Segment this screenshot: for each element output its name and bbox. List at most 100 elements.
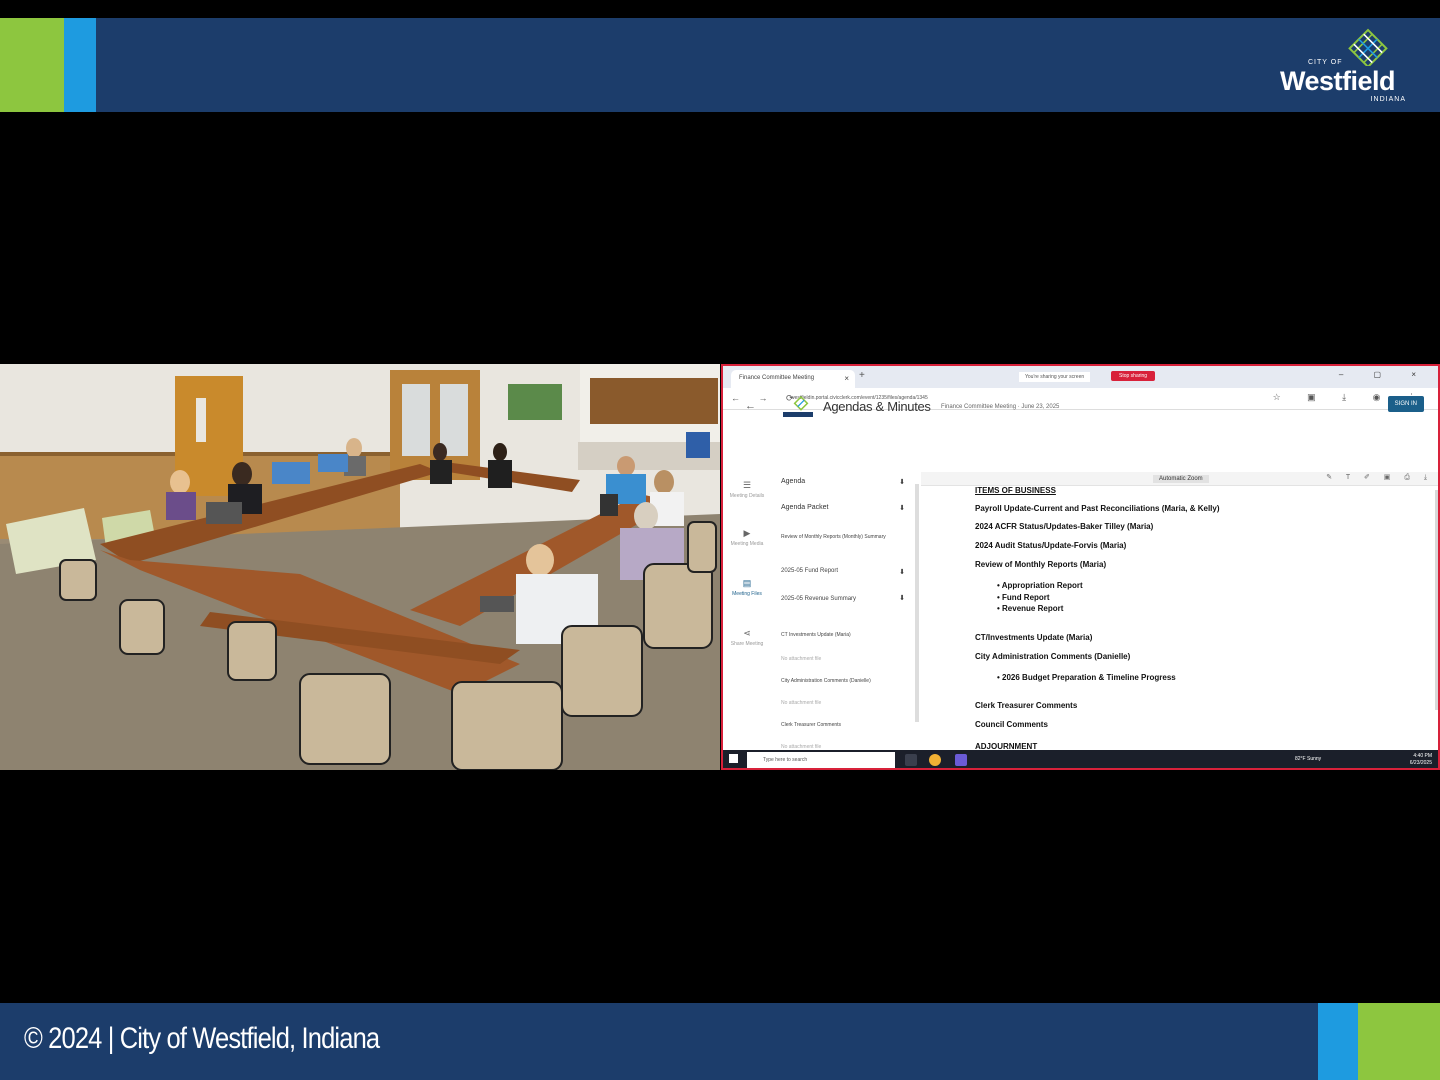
top-blue-accent (64, 18, 96, 112)
bullet-text: 2026 Budget Preparation & Timeline Progr… (1002, 673, 1176, 682)
attachment-empty: No attachment file (781, 700, 905, 706)
browser-tab-bar: Finance Committee Meeting × + You're sha… (723, 366, 1438, 388)
westfield-diamond-icon (1348, 28, 1388, 66)
attachment-list: Agenda ⬇ Agenda Packet ⬇ Review of Month… (781, 472, 905, 752)
window-controls[interactable]: – ▢ × (1339, 370, 1430, 379)
stop-sharing-button[interactable]: Stop sharing (1111, 371, 1156, 381)
pdf-toolbar: Automatic Zoom ✎ T ✐ ▣ ⎙ ⤓ (921, 472, 1438, 486)
agenda-item: Clerk Treasurer Comments (975, 701, 1078, 710)
attachment-label: 2025-05 Revenue Summary (781, 596, 857, 602)
attachment-label: CT Investments Update (Maria) (781, 632, 851, 638)
agenda-heading: ITEMS OF BUSINESS (975, 486, 1056, 495)
attachment-label: Agenda Packet (781, 504, 829, 511)
top-banner (0, 18, 1440, 112)
list-icon: ☰ (742, 480, 752, 490)
task-view-icon[interactable] (905, 754, 917, 766)
bottom-green-accent (1358, 1003, 1440, 1080)
taskbar-clock[interactable]: 4:40 PM 6/23/2025 (1410, 753, 1432, 767)
rail-share-meeting[interactable]: ⋖ Share Meeting (729, 628, 765, 647)
new-tab-icon[interactable]: + (859, 370, 865, 381)
logo-state: INDIANA (1370, 96, 1406, 103)
attachment-label: No attachment file (781, 700, 822, 706)
rail-meeting-media[interactable]: ▶ Meeting Media (729, 528, 765, 547)
rail-label: Meeting Files (732, 591, 762, 597)
rail-label: Share Meeting (730, 641, 764, 647)
zoom-select[interactable]: Automatic Zoom (1153, 475, 1209, 483)
bottom-blue-accent (1318, 1003, 1358, 1080)
chrome-icon[interactable] (929, 754, 941, 766)
teams-icon[interactable] (955, 754, 967, 766)
meeting-room-camera-image (0, 364, 720, 770)
attachment-clerk-treasurer[interactable]: Clerk Treasurer Comments (781, 722, 905, 728)
attachment-label: Clerk Treasurer Comments (781, 722, 842, 728)
pdf-tool-icons[interactable]: ✎ T ✐ ▣ ⎙ ⤓ (1326, 473, 1433, 482)
attachment-fund-report[interactable]: 2025-05 Fund Report ⬇ (781, 568, 905, 576)
attachment-agenda-packet[interactable]: Agenda Packet ⬇ (781, 504, 905, 512)
logo-name: Westfield (1280, 66, 1396, 96)
top-green-accent (0, 18, 64, 112)
download-icon[interactable]: ⬇ (899, 568, 905, 576)
westfield-logo: CITY OF Westfield INDIANA (1280, 26, 1410, 106)
windows-taskbar: Type here to search 82°F Sunny 4:40 PM 6… (723, 750, 1438, 768)
agenda-item: City Administration Comments (Danielle) (975, 652, 1131, 661)
video-icon: ▶ (743, 528, 751, 538)
logo-city-of: CITY OF (1308, 59, 1343, 66)
agenda-item: CT/Investments Update (Maria) (975, 633, 1093, 642)
westfield-mini-logo-icon (783, 396, 813, 417)
agenda-item: Payroll Update-Current and Past Reconcil… (975, 504, 1220, 513)
attachment-revenue-summary[interactable]: 2025-05 Revenue Summary ⬇ (781, 594, 905, 604)
agenda-item: Council Comments (975, 720, 1048, 729)
attachment-label: Review of Monthly Reports (Monthly) Summ… (781, 534, 886, 540)
agenda-adjournment: ADJOURNMENT (975, 742, 1038, 750)
page-title: Agendas & Minutes (823, 399, 931, 414)
agenda-item: 2024 Audit Status/Update-Forvis (Maria) (975, 541, 1127, 550)
rail-label: Meeting Details (729, 493, 765, 499)
copyright-text: © 2024 | City of Westfield, Indiana (24, 1022, 380, 1055)
rail-label: Meeting Media (730, 541, 764, 547)
sharing-indicator: You're sharing your screen (1019, 372, 1091, 382)
attachment-agenda[interactable]: Agenda ⬇ (781, 478, 905, 486)
agenda-item: 2024 ACFR Status/Updates-Baker Tilley (M… (975, 522, 1154, 531)
windows-start-icon[interactable] (729, 754, 738, 763)
stream-frame: CITY OF Westfield INDIANA Finance Commit… (0, 0, 1440, 1080)
attachment-scrollbar[interactable] (915, 484, 919, 722)
agenda-bullet: • 2026 Budget Preparation & Timeline Pro… (997, 673, 1176, 682)
agenda-item: Review of Monthly Reports (Maria) (975, 560, 1107, 569)
tab-title: Finance Committee Meeting (739, 375, 815, 381)
attachment-empty: No attachment file (781, 656, 905, 662)
attachment-label: 2025-05 Fund Report (781, 568, 839, 574)
attachment-label: No attachment file (781, 656, 822, 662)
room-video-feed (0, 364, 720, 770)
download-icon[interactable]: ⬇ (899, 478, 905, 486)
meeting-subtitle: Finance Committee Meeting · June 23, 202… (941, 404, 1060, 410)
bullet-text: Revenue Report (1002, 604, 1064, 613)
rail-meeting-files[interactable]: ▤ Meeting Files (729, 578, 765, 597)
agenda-bullet: • Appropriation Report (997, 581, 1083, 590)
taskbar-weather[interactable]: 82°F Sunny (1295, 756, 1321, 762)
screen-share-panel: Finance Committee Meeting × + You're sha… (721, 364, 1440, 770)
attachment-city-admin[interactable]: City Administration Comments (Danielle) (781, 678, 905, 684)
back-arrow-icon[interactable]: ← (745, 400, 756, 412)
bullet-text: Fund Report (1002, 593, 1050, 602)
share-icon: ⋖ (743, 628, 751, 638)
download-icon[interactable]: ⬇ (899, 594, 905, 604)
clock-date: 6/23/2025 (1409, 760, 1432, 766)
agenda-bullet: • Revenue Report (997, 604, 1064, 613)
attachment-label: City Administration Comments (Danielle) (781, 678, 871, 684)
sign-in-button[interactable]: SIGN IN (1387, 396, 1424, 412)
attachment-section[interactable]: Review of Monthly Reports (Monthly) Summ… (781, 530, 899, 544)
attachment-label: Agenda (781, 478, 806, 485)
bullet-text: Appropriation Report (1001, 581, 1083, 590)
taskbar-search-input[interactable]: Type here to search (747, 752, 895, 768)
pdf-scrollbar[interactable] (1435, 490, 1438, 710)
browser-tab[interactable]: Finance Committee Meeting × (731, 370, 855, 388)
download-icon[interactable]: ⬇ (899, 504, 905, 512)
files-icon: ▤ (742, 578, 752, 588)
close-tab-icon[interactable]: × (844, 374, 849, 383)
meeting-nav-rail: ☰ Meeting Details ▶ Meeting Media ▤ Meet… (723, 466, 773, 750)
rail-meeting-details[interactable]: ☰ Meeting Details (729, 480, 765, 499)
attachment-ct-investments[interactable]: CT Investments Update (Maria) (781, 632, 905, 638)
clock-time: 4:40 PM (1413, 753, 1432, 759)
pdf-agenda-page: ITEMS OF BUSINESS Payroll Update-Current… (921, 486, 1431, 750)
agenda-bullet: • Fund Report (997, 593, 1050, 602)
